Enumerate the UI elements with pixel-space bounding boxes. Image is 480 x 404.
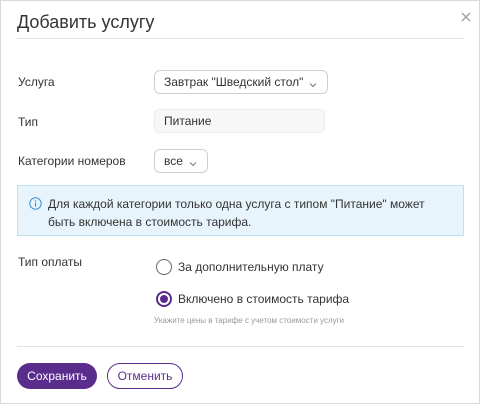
room-categories-value: все <box>164 154 183 168</box>
save-button[interactable]: Сохранить <box>17 363 97 389</box>
radio-extra-charge[interactable] <box>156 259 172 275</box>
chevron-down-icon <box>189 157 197 167</box>
payment-type-label: Тип оплаты <box>18 255 83 269</box>
cancel-button[interactable]: Отменить <box>107 363 183 389</box>
info-message: Для каждой категории только одна услуга … <box>48 197 425 229</box>
close-icon[interactable] <box>459 10 473 24</box>
room-categories-label: Категории номеров <box>18 154 126 168</box>
type-label: Тип <box>18 115 39 129</box>
service-select-value: Завтрак "Шведский стол" <box>164 75 304 89</box>
radio-extra-charge-label[interactable]: За дополнительную плату <box>178 260 324 274</box>
service-select[interactable]: Завтрак "Шведский стол" <box>154 70 328 94</box>
radio-selected-dot <box>160 295 168 303</box>
dialog-title: Добавить услугу <box>17 12 155 32</box>
type-value: Питание <box>164 114 212 128</box>
info-alert: Для каждой категории только одна услуга … <box>17 185 464 236</box>
radio-included-in-rate[interactable] <box>156 291 172 307</box>
footer-divider <box>17 346 464 347</box>
info-icon <box>29 197 42 210</box>
service-label: Услуга <box>18 75 55 89</box>
payment-type-hint: Укажите цены в тарифе с учетом стоимости… <box>154 316 344 325</box>
chevron-down-icon <box>309 78 317 88</box>
room-categories-select[interactable]: все <box>154 149 208 173</box>
add-service-dialog: Добавить услугу Услуга Завтрак "Шведский… <box>0 0 480 404</box>
radio-included-in-rate-label[interactable]: Включено в стоимость тарифа <box>178 292 349 306</box>
type-value-field: Питание <box>154 109 325 133</box>
header-divider <box>17 38 464 39</box>
